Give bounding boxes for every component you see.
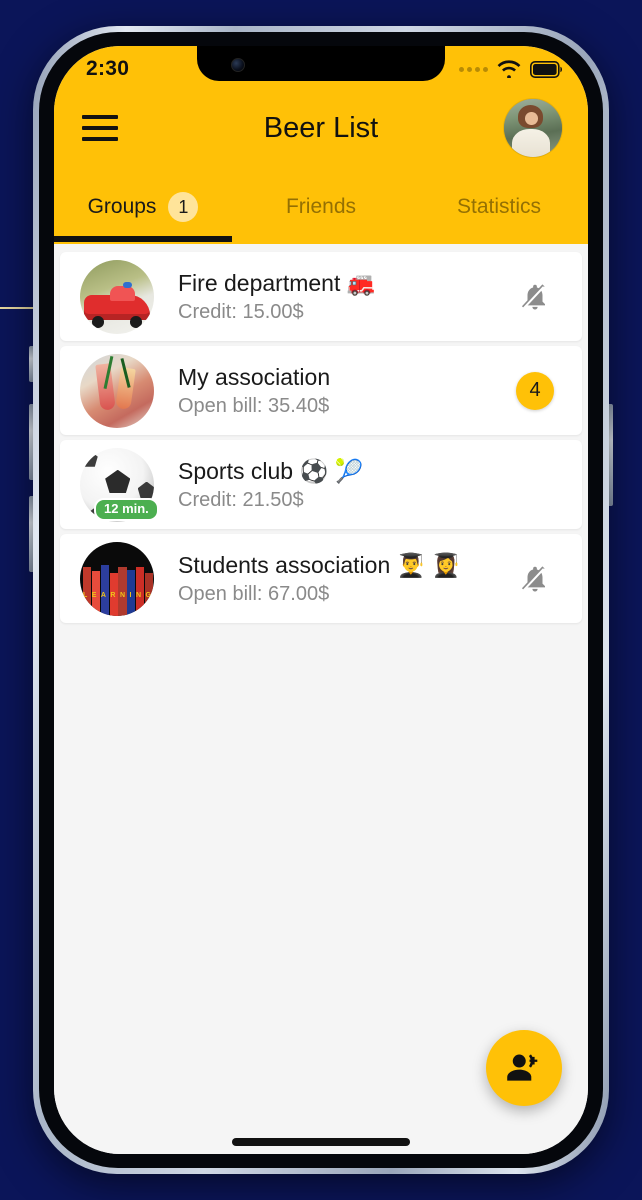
cocktails-photo	[80, 353, 154, 428]
tab-friends[interactable]: Friends	[232, 172, 410, 242]
group-avatar-wrapper	[80, 353, 154, 428]
tab-bar: Groups 1 Friends Statistics	[54, 172, 588, 242]
group-name: Fire department 🚒	[178, 270, 376, 297]
list-item-text: Students association 👨‍🎓 👩‍🎓 Open bill: …	[154, 551, 512, 606]
hamburger-menu-icon[interactable]	[82, 115, 118, 141]
group-avatar-wrapper	[80, 259, 154, 334]
group-avatar-wrapper: LEARNING	[80, 541, 154, 616]
wifi-icon	[497, 60, 521, 78]
tab-groups[interactable]: Groups 1	[54, 172, 232, 242]
bell-off-icon[interactable]	[520, 281, 550, 313]
unread-count-badge: 4	[516, 371, 554, 410]
tab-groups-label: Groups	[87, 195, 157, 218]
tab-friends-label: Friends	[285, 195, 357, 218]
add-group-icon	[507, 1054, 538, 1081]
tab-statistics-label: Statistics	[456, 195, 542, 218]
book-spine-letters: LEARNING	[82, 592, 151, 600]
home-indicator[interactable]	[232, 1138, 410, 1146]
last-activity-badge: 12 min.	[94, 497, 159, 521]
list-item-trailing	[512, 563, 558, 595]
battery-full-icon	[530, 60, 562, 78]
group-balance: Open bill: 35.40$	[178, 394, 330, 417]
group-balance: Open bill: 67.00$	[178, 582, 330, 605]
screenshot-stage: 2:30 Beer List Groups 1 Friends Statisti…	[0, 0, 642, 1200]
list-item[interactable]: LEARNING Students association 👨‍🎓 👩‍🎓 Op…	[60, 534, 582, 623]
list-item-text: Fire department 🚒 Credit: 15.00$	[154, 269, 512, 324]
list-item[interactable]: Fire department 🚒 Credit: 15.00$	[60, 252, 582, 341]
group-name: Students association 👨‍🎓 👩‍🎓	[178, 552, 461, 579]
list-item-trailing	[512, 281, 558, 313]
books-photo: LEARNING	[80, 541, 154, 616]
bell-off-icon[interactable]	[520, 563, 550, 595]
status-indicators	[459, 60, 562, 78]
fire-truck-photo	[80, 259, 154, 334]
groups-list: Fire department 🚒 Credit: 15.00$ My asso…	[54, 244, 588, 1154]
group-name: Sports club ⚽ 🎾	[178, 458, 364, 485]
title-bar: Beer List	[54, 84, 588, 172]
group-balance: Credit: 15.00$	[178, 300, 304, 323]
front-camera-icon	[231, 58, 245, 72]
group-balance: Credit: 21.50$	[178, 488, 304, 511]
tab-groups-badge: 1	[168, 192, 199, 222]
group-name: My association	[178, 364, 331, 391]
tab-statistics[interactable]: Statistics	[410, 172, 588, 242]
user-avatar-photo[interactable]	[504, 99, 562, 157]
list-item[interactable]: My association Open bill: 35.40$ 4	[60, 346, 582, 435]
group-avatar-wrapper: 12 min.	[80, 447, 159, 522]
list-item-trailing: 4	[512, 371, 558, 410]
device-notch	[197, 46, 445, 81]
app-header: 2:30 Beer List Groups 1 Friends Statisti…	[54, 46, 588, 244]
list-item-text: My association Open bill: 35.40$	[154, 363, 512, 418]
phone-screen: 2:30 Beer List Groups 1 Friends Statisti…	[54, 46, 588, 1154]
list-item[interactable]: 12 min. Sports club ⚽ 🎾 Credit: 21.50$	[60, 440, 582, 529]
list-item-text: Sports club ⚽ 🎾 Credit: 21.50$	[154, 457, 512, 512]
signal-dots-icon	[459, 66, 488, 72]
status-time: 2:30	[86, 57, 130, 80]
tab-active-indicator	[54, 236, 232, 242]
add-group-button[interactable]	[486, 1030, 562, 1106]
